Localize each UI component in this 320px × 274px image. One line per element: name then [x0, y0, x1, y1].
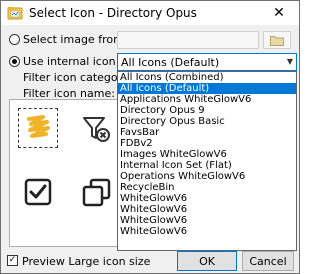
icon-tile[interactable]: [18, 108, 58, 148]
chevron-down-icon: ▼: [286, 57, 293, 66]
directory-opus-app-icon: [7, 5, 23, 24]
dropdown-item[interactable]: WhiteGlowV6: [118, 193, 296, 204]
dropdown-item[interactable]: WhiteGlowV6: [118, 215, 296, 226]
dropdown-item[interactable]: Directory Opus Basic: [118, 116, 296, 127]
dropdown-item[interactable]: Images WhiteGlowV6: [118, 149, 296, 160]
scribble-icon: [27, 115, 50, 138]
dropdown-item[interactable]: Internal Icon Set (Flat): [118, 160, 296, 171]
icon-set-combo-value: All Icons (Default): [121, 56, 220, 69]
dropdown-item[interactable]: Directory Opus 9: [118, 105, 296, 116]
filter-delete-icon: [83, 117, 110, 142]
dropdown-item[interactable]: WhiteGlowV6: [118, 204, 296, 215]
dropdown-item[interactable]: Operations WhiteGlowV6: [118, 171, 296, 182]
dropdown-item[interactable]: All Icons (Default): [118, 83, 296, 94]
icon-tile[interactable]: [76, 172, 116, 212]
dropdown-item[interactable]: All Icons (Combined): [118, 72, 296, 83]
icon-set-combo[interactable]: All Icons (Default) ▼: [117, 53, 297, 71]
select-image-radio[interactable]: [9, 34, 20, 45]
folder-icon: [270, 35, 284, 46]
use-internal-radio[interactable]: [9, 56, 20, 67]
copy-icon: [82, 178, 111, 207]
window-title: Select Icon - Directory Opus: [29, 6, 197, 20]
dropdown-item[interactable]: FDBv2: [118, 138, 296, 149]
icon-tile[interactable]: [18, 172, 58, 212]
filter-category-label: Filter icon category:: [23, 71, 132, 84]
icon-set-dropdown-list[interactable]: All Icons (Combined) All Icons (Default) A…: [117, 71, 297, 251]
preview-large-checkbox[interactable]: ✓: [7, 255, 18, 266]
checkbox-checked-icon: [24, 178, 52, 206]
dropdown-item[interactable]: FavsBar: [118, 127, 296, 138]
dropdown-item[interactable]: Applications WhiteGlowV6: [118, 94, 296, 105]
close-button[interactable]: ✕: [259, 1, 299, 25]
ok-button[interactable]: OK: [177, 251, 237, 271]
browse-folder-button[interactable]: [263, 31, 291, 49]
preview-large-label: Preview Large icon size: [22, 255, 151, 268]
icon-grid[interactable]: [9, 99, 119, 247]
dropdown-item[interactable]: WhiteGlowV6: [118, 226, 296, 237]
file-path-input[interactable]: [117, 31, 259, 49]
dropdown-item[interactable]: RecycleBin: [118, 182, 296, 193]
icon-tile[interactable]: [76, 108, 116, 148]
title-bar: Select Icon - Directory Opus ✕: [1, 1, 299, 25]
close-icon: ✕: [273, 5, 285, 21]
cancel-button[interactable]: Cancel: [242, 251, 294, 271]
select-icon-dialog: Select Icon - Directory Opus ✕ Select im…: [0, 0, 300, 274]
